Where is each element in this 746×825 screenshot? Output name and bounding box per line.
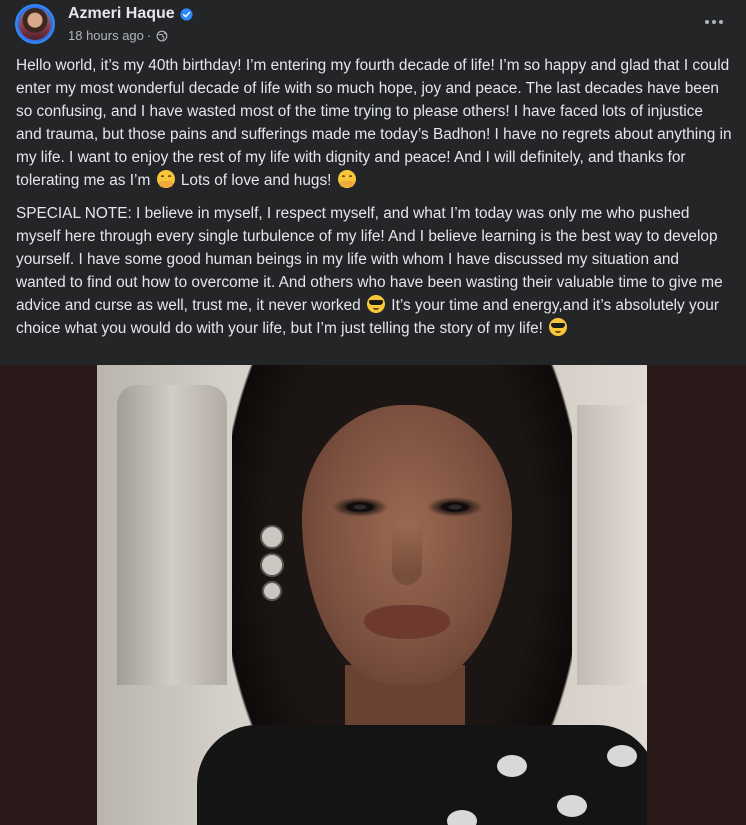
globe-icon[interactable] (156, 30, 168, 42)
author-name[interactable]: Azmeri Haque (68, 5, 175, 23)
sunglasses-emoji-icon (549, 318, 568, 336)
verified-badge-icon (180, 7, 193, 21)
background-wall (577, 405, 647, 685)
post-photo[interactable] (97, 365, 647, 825)
post-timestamp[interactable]: 18 hours ago (68, 28, 144, 43)
post-photo-container[interactable] (0, 365, 746, 825)
post-meta: 18 hours ago · (68, 28, 168, 43)
more-options-icon (719, 20, 723, 24)
post-body: Hello world, it’s my 40th birthday! I’m … (16, 54, 732, 350)
post-paragraph-2: SPECIAL NOTE: I believe in myself, I res… (16, 202, 732, 340)
photo-garment (197, 725, 647, 825)
photo-lips (364, 605, 450, 639)
paragraph-1-text-a: Hello world, it’s my 40th birthday! I’m … (16, 57, 732, 189)
post-header: Azmeri Haque 18 hours ago · (0, 0, 746, 54)
sunglasses-emoji-icon (367, 295, 386, 313)
avatar-image (19, 8, 51, 40)
more-options-icon (712, 20, 716, 24)
shy-smile-emoji-icon (156, 170, 175, 188)
photo-eye-left (332, 497, 388, 517)
author-name-row: Azmeri Haque (68, 5, 193, 23)
post-paragraph-1: Hello world, it’s my 40th birthday! I’m … (16, 54, 732, 192)
more-options-button[interactable] (700, 10, 728, 34)
more-options-icon (705, 20, 709, 24)
author-avatar[interactable] (15, 4, 55, 44)
shy-smile-emoji-icon (337, 170, 356, 188)
meta-separator: · (146, 28, 152, 43)
photo-earring (255, 525, 285, 615)
photo-nose (392, 525, 422, 585)
paragraph-1-text-b: Lots of love and hugs! (180, 172, 332, 189)
post-card: Azmeri Haque 18 hours ago · Hello world,… (0, 0, 746, 825)
photo-eye-right (427, 497, 483, 517)
background-pillar (117, 385, 227, 685)
